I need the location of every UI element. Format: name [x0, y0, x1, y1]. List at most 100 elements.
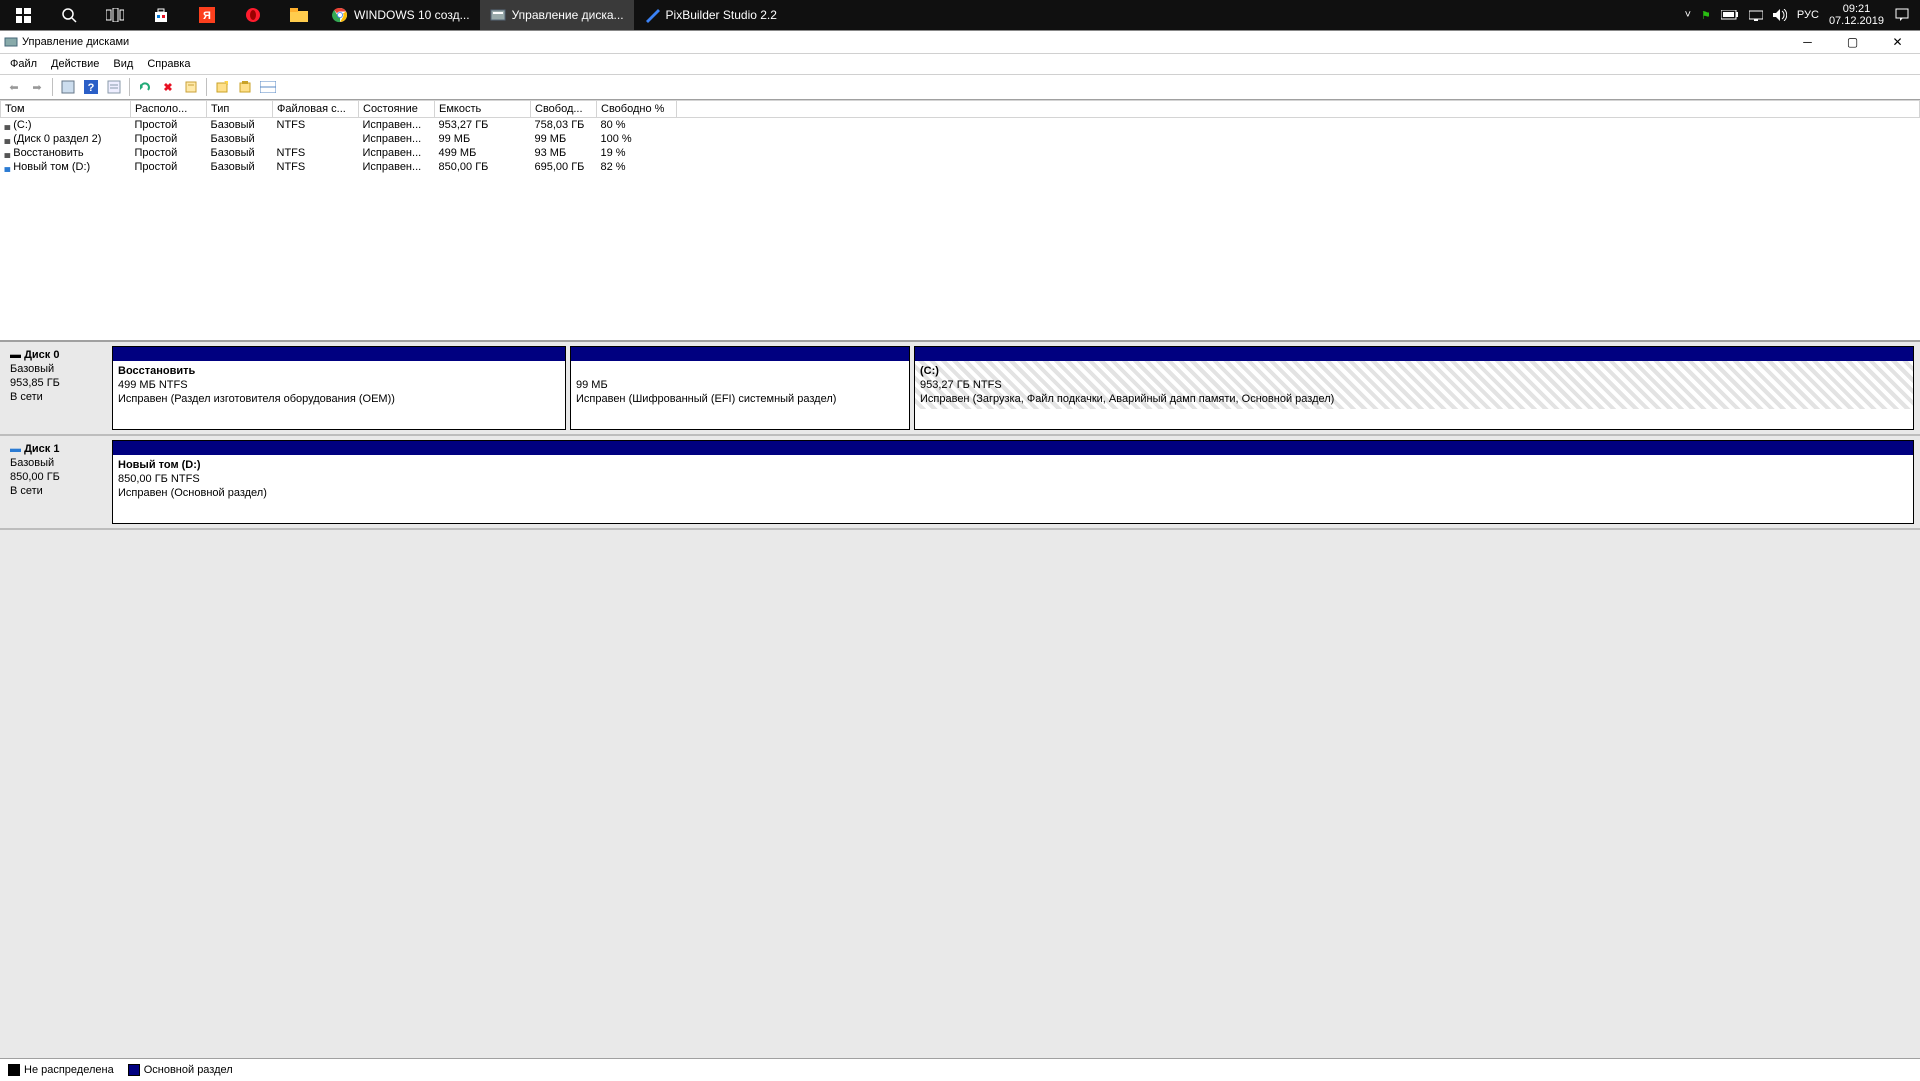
col-volume[interactable]: Том	[1, 101, 131, 118]
toolbar-scope-icon[interactable]	[58, 77, 78, 97]
back-button[interactable]: ⬅	[4, 77, 24, 97]
toolbar-save-icon[interactable]	[235, 77, 255, 97]
empty-area	[0, 530, 1920, 1058]
col-capacity[interactable]: Емкость	[435, 101, 531, 118]
partition-bar	[113, 441, 1913, 455]
tray-chevron-icon[interactable]: ˅	[1685, 9, 1691, 21]
toolbar-detail-icon[interactable]	[104, 77, 124, 97]
partition[interactable]: Новый том (D:) 850,00 ГБ NTFS Исправен (…	[112, 440, 1914, 524]
close-button[interactable]: ✕	[1875, 31, 1920, 53]
legend: Не распределена Основной раздел	[0, 1058, 1920, 1081]
forward-button[interactable]: ➡	[27, 77, 47, 97]
start-button[interactable]	[0, 0, 46, 30]
legend-unallocated: Не распределена	[8, 1064, 114, 1076]
taskbar-item-diskmgmt[interactable]: Управление диска...	[480, 0, 634, 30]
disk-icon: ▬	[10, 348, 21, 362]
diskmgmt-window: Управление дисками ─ ▢ ✕ Файл Действие В…	[0, 30, 1920, 1081]
table-row[interactable]: ▄ Новый том (D:)ПростойБазовыйNTFSИсправ…	[1, 160, 1920, 174]
tray-volume-icon[interactable]	[1773, 9, 1787, 21]
column-headers[interactable]: Том Располо... Тип Файловая с... Состоян…	[1, 101, 1920, 118]
partition[interactable]: 99 МБ Исправен (Шифрованный (EFI) систем…	[570, 346, 910, 430]
taskview-icon[interactable]	[92, 0, 138, 30]
opera-icon[interactable]	[230, 0, 276, 30]
tray-notifications-icon[interactable]	[1894, 7, 1910, 23]
system-tray: ˅ ⚑ РУС 09:21 07.12.2019	[1675, 3, 1920, 27]
tray-battery-icon[interactable]	[1721, 10, 1739, 20]
partition-title: Восстановить	[118, 365, 195, 377]
disk-label[interactable]: ▬ Диск 1 Базовый 850,00 ГБ В сети	[6, 440, 108, 524]
tray-time: 09:21	[1829, 3, 1884, 15]
tray-clock[interactable]: 09:21 07.12.2019	[1829, 3, 1884, 27]
pixbuilder-icon	[644, 7, 660, 23]
volume-icon: ▄	[5, 121, 11, 130]
toolbar-layout-icon[interactable]	[258, 77, 278, 97]
disk-icon: ▬	[10, 442, 21, 456]
taskbar-item-chrome[interactable]: WINDOWS 10 созд...	[322, 0, 480, 30]
yandex-icon[interactable]: Я	[184, 0, 230, 30]
minimize-button[interactable]: ─	[1785, 31, 1830, 53]
col-layout[interactable]: Располо...	[131, 101, 207, 118]
table-row[interactable]: ▄ ВосстановитьПростойБазовыйNTFSИсправен…	[1, 146, 1920, 160]
toolbar-new-icon[interactable]	[212, 77, 232, 97]
menu-file[interactable]: Файл	[4, 56, 43, 72]
disk-graphical-view: ▬ Диск 0 Базовый 953,85 ГБ В сети Восста…	[0, 342, 1920, 530]
disk-row[interactable]: ▬ Диск 1 Базовый 850,00 ГБ В сети Новый …	[0, 436, 1920, 530]
disk-row[interactable]: ▬ Диск 0 Базовый 953,85 ГБ В сети Восста…	[0, 342, 1920, 436]
partition-size: 99 МБ	[576, 379, 608, 391]
taskbar: Я WINDOWS 10 созд... Управление диска...…	[0, 0, 1920, 30]
volume-icon: ▄	[5, 149, 11, 158]
diskmgmt-icon	[490, 7, 506, 23]
tray-language[interactable]: РУС	[1797, 9, 1819, 21]
partition-size: 850,00 ГБ NTFS	[118, 473, 200, 485]
menu-view[interactable]: Вид	[107, 56, 139, 72]
partition-title: (C:)	[920, 365, 939, 377]
partition[interactable]: Восстановить 499 МБ NTFS Исправен (Разде…	[112, 346, 566, 430]
partition-size: 953,27 ГБ NTFS	[920, 379, 1002, 391]
taskbar-item-label: WINDOWS 10 созд...	[354, 8, 470, 22]
legend-primary: Основной раздел	[128, 1064, 233, 1076]
taskbar-item-pixbuilder[interactable]: PixBuilder Studio 2.2	[634, 0, 787, 30]
partition-status: Исправен (Раздел изготовителя оборудован…	[118, 393, 395, 405]
svg-text:?: ?	[88, 82, 95, 94]
menu-action[interactable]: Действие	[45, 56, 105, 72]
menubar: Файл Действие Вид Справка	[0, 54, 1920, 75]
store-icon[interactable]	[138, 0, 184, 30]
toolbar-properties-icon[interactable]	[181, 77, 201, 97]
partition-status: Исправен (Шифрованный (EFI) системный ра…	[576, 393, 836, 405]
col-free[interactable]: Свобод...	[531, 101, 597, 118]
partition-title: Новый том (D:)	[118, 459, 201, 471]
help-button[interactable]: ?	[81, 77, 101, 97]
tray-flag-icon[interactable]: ⚑	[1701, 9, 1711, 22]
disk-label[interactable]: ▬ Диск 0 Базовый 953,85 ГБ В сети	[6, 346, 108, 430]
tray-date: 07.12.2019	[1829, 15, 1884, 27]
chrome-icon	[332, 7, 348, 23]
partition-bar	[915, 347, 1913, 361]
taskbar-item-label: Управление диска...	[512, 8, 624, 22]
toolbar-refresh-icon[interactable]	[135, 77, 155, 97]
partition-bar	[113, 347, 565, 361]
taskbar-item-label: PixBuilder Studio 2.2	[666, 8, 777, 22]
titlebar[interactable]: Управление дисками ─ ▢ ✕	[0, 31, 1920, 54]
app-icon	[4, 35, 18, 49]
table-row[interactable]: ▄ (Диск 0 раздел 2)ПростойБазовыйИсправе…	[1, 132, 1920, 146]
volume-list[interactable]: Том Располо... Тип Файловая с... Состоян…	[0, 100, 1920, 342]
svg-text:Я: Я	[203, 10, 211, 22]
col-status[interactable]: Состояние	[359, 101, 435, 118]
toolbar: ⬅ ➡ ? ✖	[0, 75, 1920, 100]
partition-size: 499 МБ NTFS	[118, 379, 188, 391]
explorer-icon[interactable]	[276, 0, 322, 30]
col-fs[interactable]: Файловая с...	[273, 101, 359, 118]
col-freepct[interactable]: Свободно %	[597, 101, 677, 118]
col-type[interactable]: Тип	[207, 101, 273, 118]
partition[interactable]: (C:) 953,27 ГБ NTFS Исправен (Загрузка, …	[914, 346, 1914, 430]
partition-status: Исправен (Основной раздел)	[118, 487, 267, 499]
table-row[interactable]: ▄ (C:)ПростойБазовыйNTFSИсправен...953,2…	[1, 118, 1920, 133]
maximize-button[interactable]: ▢	[1830, 31, 1875, 53]
partition-bar	[571, 347, 909, 361]
volume-icon: ▄	[5, 135, 11, 144]
volume-icon: ▄	[5, 163, 11, 172]
tray-network-icon[interactable]	[1749, 9, 1763, 21]
search-icon[interactable]	[46, 0, 92, 30]
toolbar-delete-icon[interactable]: ✖	[158, 77, 178, 97]
menu-help[interactable]: Справка	[141, 56, 196, 72]
